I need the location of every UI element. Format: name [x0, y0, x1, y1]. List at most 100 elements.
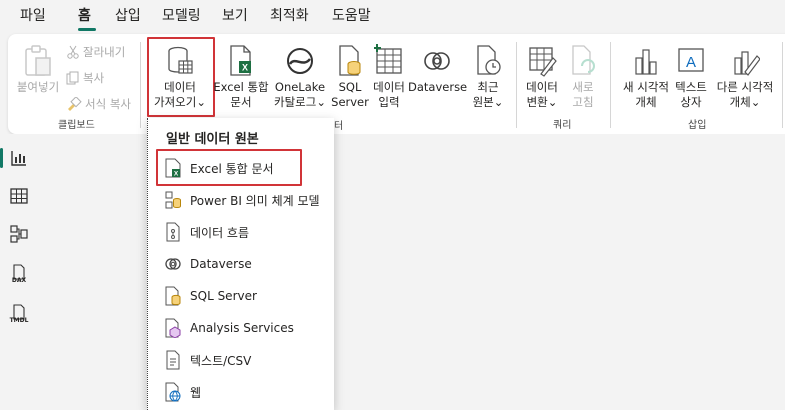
semantic-model-icon: [165, 191, 181, 209]
new-visual-label-2: 개체: [635, 95, 657, 109]
refresh-label-1: 새로: [572, 80, 594, 94]
svg-text:A: A: [686, 54, 696, 71]
dropdown-item-dataverse[interactable]: Dataverse: [162, 250, 334, 278]
paste-button[interactable]: 붙여넣기: [14, 44, 62, 95]
dataflow-icon: [166, 222, 180, 242]
dataverse-button[interactable]: Dataverse: [408, 44, 468, 95]
get-data-highlight: [147, 37, 215, 117]
dropdown-item-label: SQL Server: [190, 289, 257, 303]
refresh-button[interactable]: 새로 고침: [564, 44, 602, 110]
onelake-catalog-button[interactable]: OneLake 카탈로그⌄: [269, 44, 331, 110]
clipboard-group-label: 클립보드: [58, 120, 95, 131]
table-view-icon[interactable]: [9, 186, 29, 206]
get-data-dropdown: 일반 데이터 원본 X Excel 통합 문서 Power BI 의미 체계 모…: [147, 118, 334, 410]
new-visual-icon: [635, 49, 657, 75]
more-visuals-button[interactable]: 다른 시각적 개체⌄: [710, 44, 780, 110]
recent-label-2: 원본: [472, 95, 494, 109]
tab-insert[interactable]: 삽입: [115, 7, 141, 25]
onelake-label-2: 카탈로그: [274, 95, 317, 109]
transform-label-2: 변환: [526, 95, 548, 109]
new-visual-label-1: 새 시각적: [623, 80, 669, 94]
dropdown-left-border: [147, 118, 148, 410]
format-painter-label: 서식 복사: [85, 97, 131, 111]
analysis-services-icon: [165, 318, 181, 338]
sql-server-button[interactable]: SQL Server: [330, 44, 370, 110]
tab-optimize[interactable]: 최적화: [270, 7, 309, 25]
enter-data-label-1: 데이터: [373, 80, 405, 94]
enter-data-button[interactable]: 데이터 입력: [369, 44, 409, 110]
copy-label: 복사: [83, 71, 105, 85]
onelake-label-1: OneLake: [274, 80, 326, 94]
dropdown-item-label: 텍스트/CSV: [190, 353, 252, 368]
paste-icon: [25, 45, 51, 76]
scissors-icon: [67, 45, 79, 59]
dropdown-item-label: 웹: [190, 385, 202, 400]
dropdown-item-web[interactable]: 웹: [162, 378, 334, 406]
sql-server-icon: [165, 286, 181, 306]
power-bi-window: 파일 홈 삽입 모델링 보기 최적화 도움말 붙여넣기 잘라내기 복사 서식 복…: [0, 0, 785, 410]
table-icon: [374, 44, 402, 74]
tmdl-label: TMDL: [9, 317, 29, 324]
transform-label-1: 데이터: [526, 80, 558, 94]
report-view-icon[interactable]: [9, 148, 29, 168]
copy-button[interactable]: 복사: [66, 70, 104, 86]
dataverse-icon: [165, 258, 181, 270]
dropdown-item-analysis-services[interactable]: Analysis Services: [162, 314, 334, 342]
dax-label: DAX: [11, 277, 27, 284]
more-visuals-icon: [734, 51, 760, 76]
excel-item-highlight: [156, 149, 302, 186]
group-separator: [140, 42, 141, 128]
tab-modeling[interactable]: 모델링: [162, 7, 201, 25]
dax-query-view-button[interactable]: DAX: [9, 264, 29, 288]
onelake-icon: [287, 48, 313, 74]
tmdl-view-button[interactable]: TMDL: [9, 304, 29, 328]
queries-group-label: 쿼리: [553, 120, 572, 131]
recent-sources-icon: [477, 45, 501, 75]
tab-help[interactable]: 도움말: [332, 7, 371, 25]
format-painter-button[interactable]: 서식 복사: [66, 96, 131, 112]
excel-icon: X: [230, 45, 251, 76]
excel-label-1: Excel 통합: [213, 80, 269, 94]
model-view-icon[interactable]: [9, 224, 29, 244]
view-rail: DAX TMDL: [0, 134, 38, 410]
text-box-label-2: 상자: [680, 95, 702, 109]
menu-bar: 파일 홈 삽입 모델링 보기 최적화 도움말: [0, 0, 785, 34]
dropdown-heading: 일반 데이터 원본: [166, 132, 259, 147]
group-separator: [516, 42, 517, 128]
more-visuals-label-1: 다른 시각적: [716, 80, 774, 94]
dataverse-label: Dataverse: [408, 80, 468, 94]
copy-icon: [66, 71, 79, 85]
dropdown-item-label: Power BI 의미 체계 모델: [190, 193, 320, 208]
sql-label-2: Server: [331, 95, 369, 109]
refresh-icon: [572, 45, 595, 75]
chevron-down-icon: ⌄: [547, 95, 558, 109]
dropdown-item-text-csv[interactable]: 텍스트/CSV: [162, 346, 334, 374]
cut-button[interactable]: 잘라내기: [66, 44, 125, 60]
recent-label-1: 최근: [477, 80, 499, 94]
recent-sources-button[interactable]: 최근 원본⌄: [466, 44, 510, 110]
cut-label: 잘라내기: [83, 45, 126, 59]
data-group-label-fragment: 터: [334, 121, 344, 132]
tab-view[interactable]: 보기: [222, 7, 248, 25]
dropdown-item-sql-server[interactable]: SQL Server: [162, 282, 334, 310]
transform-data-icon: [529, 47, 557, 77]
svg-text:X: X: [242, 63, 248, 73]
transform-data-button[interactable]: 데이터 변환⌄: [520, 44, 564, 110]
tab-file[interactable]: 파일: [20, 7, 46, 25]
dataverse-icon: [424, 52, 450, 70]
text-box-button[interactable]: A 텍스트 상자: [668, 44, 714, 110]
new-visual-button[interactable]: 새 시각적 개체: [616, 44, 676, 110]
dropdown-item-dataflow[interactable]: 데이터 흐름: [162, 218, 334, 246]
dropdown-item-label: Analysis Services: [190, 321, 294, 335]
dropdown-item-power-bi-semantic-model[interactable]: Power BI 의미 체계 모델: [162, 186, 334, 214]
dropdown-item-label: Dataverse: [190, 257, 252, 271]
dropdown-item-label: 데이터 흐름: [190, 225, 250, 240]
insert-group-label: 삽입: [688, 120, 707, 131]
chevron-down-icon: ⌄: [493, 95, 504, 109]
group-separator: [610, 42, 611, 128]
excel-workbook-button[interactable]: X Excel 통합 문서: [213, 44, 269, 110]
chevron-down-icon: ⌄: [750, 95, 761, 109]
tab-home[interactable]: 홈: [78, 7, 91, 25]
chevron-down-icon: ⌄: [316, 95, 326, 109]
web-icon: [165, 382, 181, 402]
